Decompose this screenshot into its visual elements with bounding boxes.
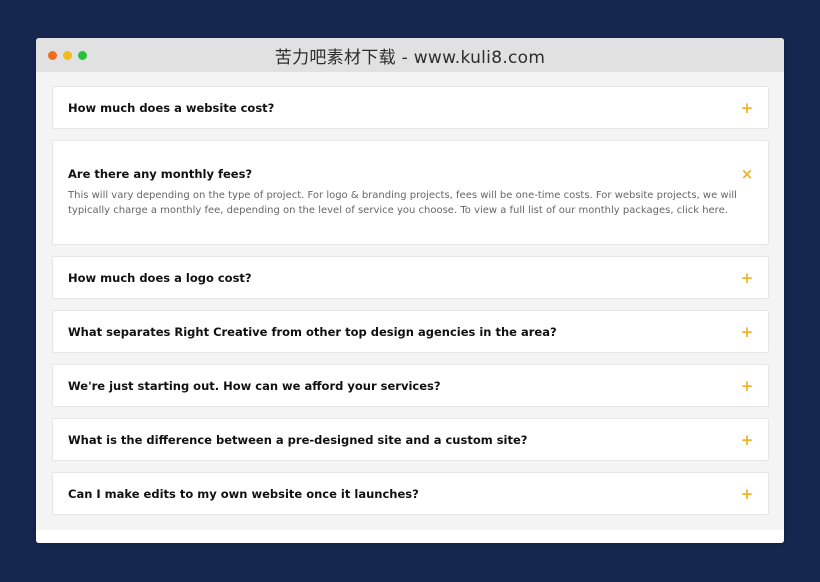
faq-question-toggle[interactable]: Can I make edits to my own website once … bbox=[53, 473, 768, 514]
faq-answer: This will vary depending on the type of … bbox=[68, 190, 737, 216]
traffic-lights bbox=[48, 51, 87, 60]
page-content: How much does a website cost? + Are ther… bbox=[36, 72, 784, 543]
maximize-window-dot[interactable] bbox=[78, 51, 87, 60]
faq-item: How much does a website cost? + bbox=[52, 86, 769, 129]
faq-item-expanded: Are there any monthly fees? × This will … bbox=[52, 140, 769, 245]
plus-icon[interactable]: + bbox=[740, 270, 754, 285]
window-title: 苦力吧素材下载 - www.kuli8.com bbox=[274, 47, 546, 68]
close-icon[interactable]: × bbox=[740, 167, 754, 182]
plus-icon[interactable]: + bbox=[740, 432, 754, 447]
window-titlebar: 苦力吧素材下载 - www.kuli8.com bbox=[36, 38, 784, 72]
faq-item: We're just starting out. How can we affo… bbox=[52, 364, 769, 407]
faq-question: What is the difference between a pre-des… bbox=[68, 432, 528, 447]
faq-question: How much does a website cost? bbox=[68, 100, 275, 115]
faq-question-toggle[interactable]: We're just starting out. How can we affo… bbox=[53, 365, 768, 406]
faq-list: How much does a website cost? + Are ther… bbox=[52, 86, 769, 515]
faq-item: How much does a logo cost? + bbox=[52, 256, 769, 299]
plus-icon[interactable]: + bbox=[740, 324, 754, 339]
plus-icon[interactable]: + bbox=[740, 100, 754, 115]
faq-item: What separates Right Creative from other… bbox=[52, 310, 769, 353]
faq-question-toggle[interactable]: What is the difference between a pre-des… bbox=[53, 419, 768, 460]
browser-window: 苦力吧素材下载 - www.kuli8.com How much does a … bbox=[36, 38, 784, 543]
faq-question-toggle[interactable]: How much does a logo cost? + bbox=[53, 257, 768, 298]
page-footer-strip bbox=[36, 530, 784, 543]
faq-item: What is the difference between a pre-des… bbox=[52, 418, 769, 461]
faq-question: We're just starting out. How can we affo… bbox=[68, 378, 441, 393]
faq-item: Can I make edits to my own website once … bbox=[52, 472, 769, 515]
faq-question-toggle[interactable]: What separates Right Creative from other… bbox=[53, 311, 768, 352]
faq-question-toggle[interactable]: How much does a website cost? + bbox=[53, 87, 768, 128]
faq-question-toggle[interactable]: Are there any monthly fees? × bbox=[53, 141, 768, 182]
faq-question: What separates Right Creative from other… bbox=[68, 324, 557, 339]
faq-question: Are there any monthly fees? bbox=[68, 167, 253, 181]
faq-question: How much does a logo cost? bbox=[68, 270, 252, 285]
plus-icon[interactable]: + bbox=[740, 378, 754, 393]
plus-icon[interactable]: + bbox=[740, 486, 754, 501]
minimize-window-dot[interactable] bbox=[63, 51, 72, 60]
close-window-dot[interactable] bbox=[48, 51, 57, 60]
faq-question: Can I make edits to my own website once … bbox=[68, 486, 419, 501]
